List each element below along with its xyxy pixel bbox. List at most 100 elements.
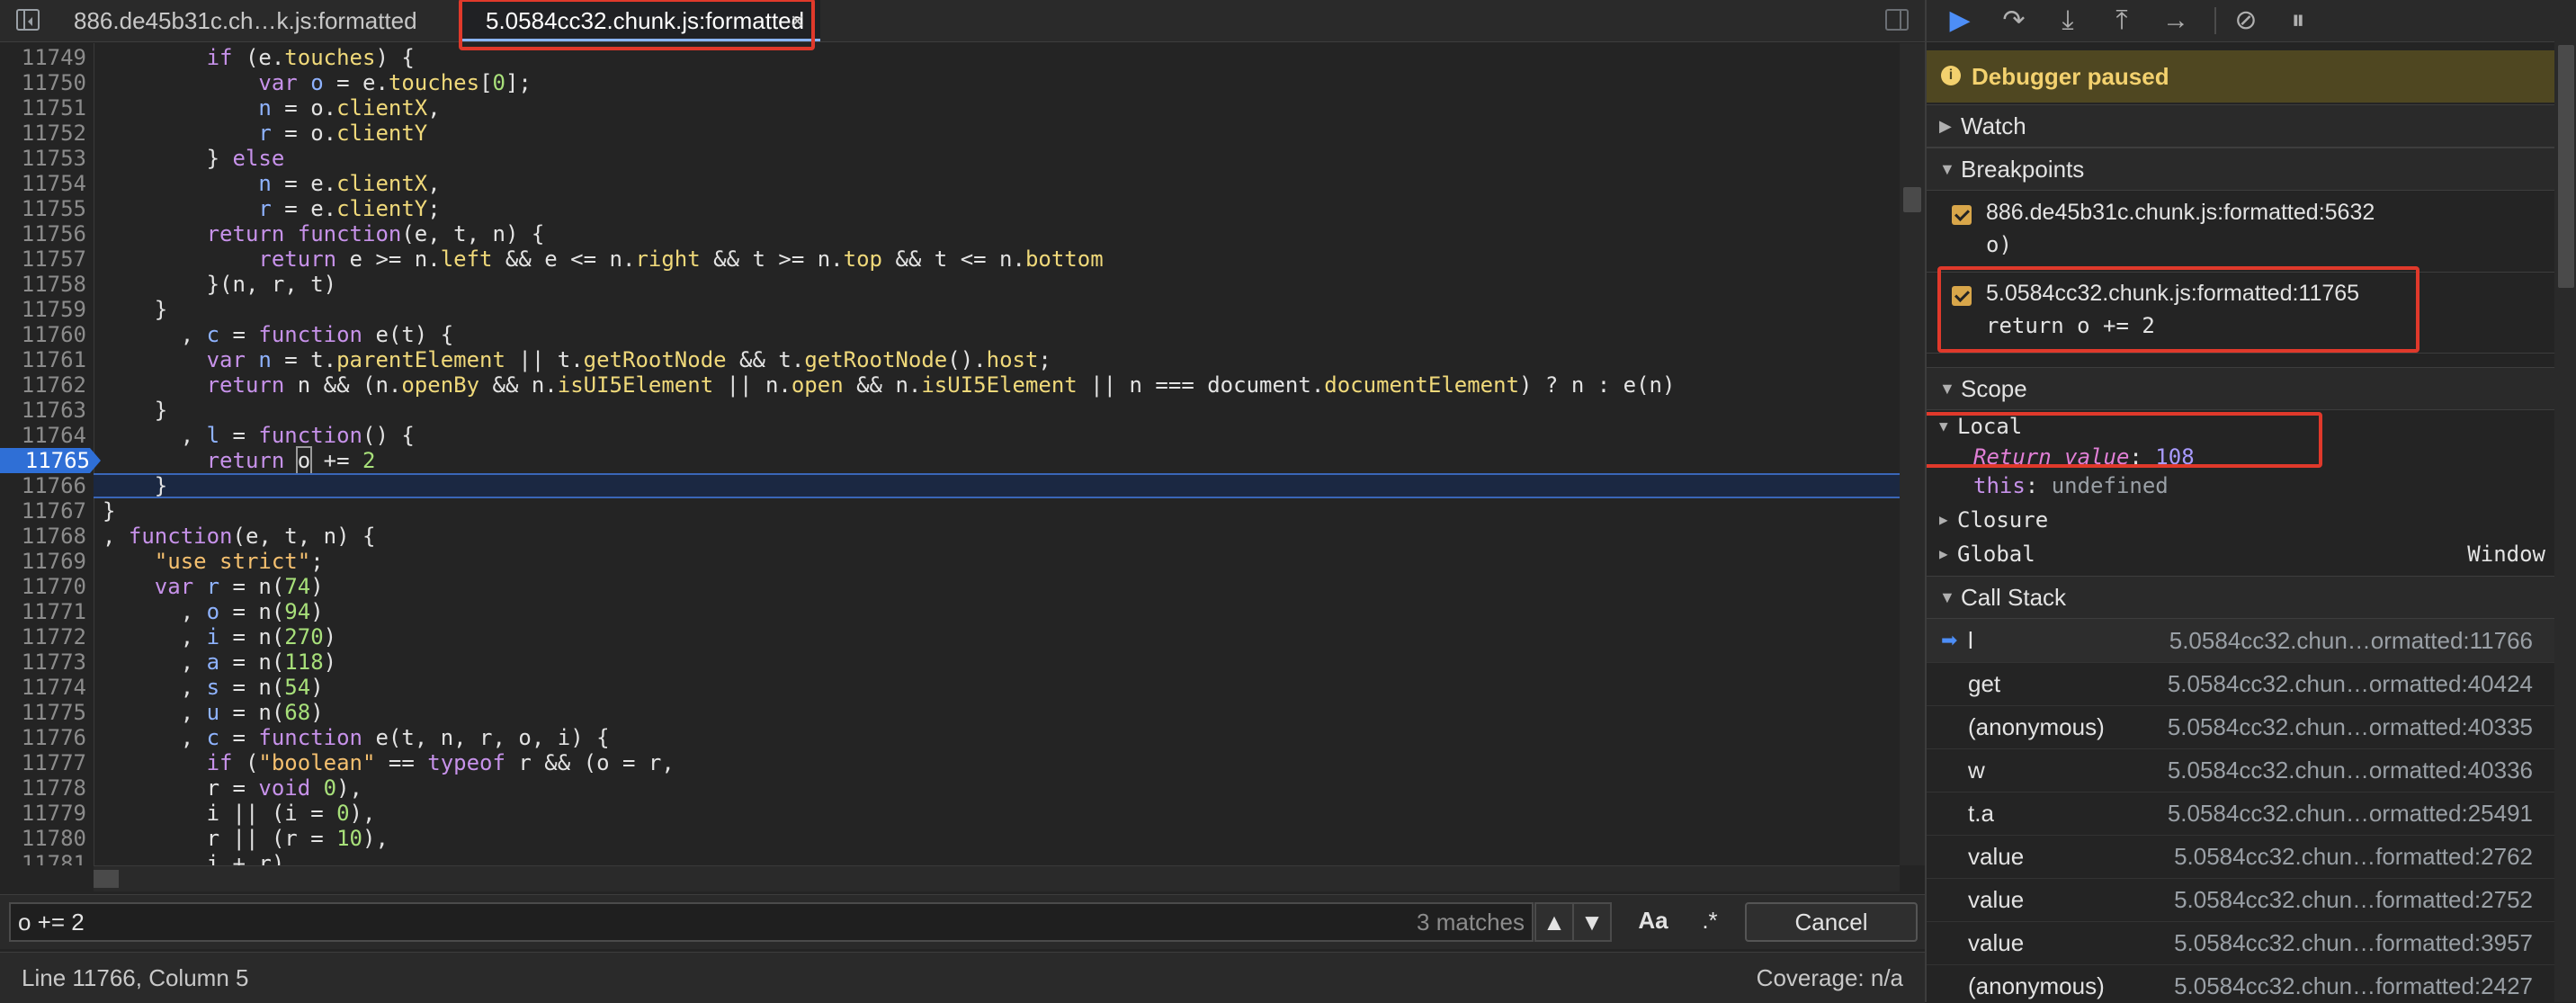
match-case-button[interactable]: Aa xyxy=(1626,902,1680,942)
line-number[interactable]: 11778 xyxy=(0,775,86,801)
line-number[interactable]: 11775 xyxy=(0,700,86,725)
line-number[interactable]: 11777 xyxy=(0,750,86,775)
line-number[interactable]: 11770 xyxy=(0,574,86,599)
breakpoint-item[interactable]: 5.0584cc32.chunk.js:formatted:11765 retu… xyxy=(1927,272,2554,354)
next-match-button[interactable]: ▼ xyxy=(1572,902,1612,942)
deactivate-breakpoints-icon[interactable]: ⊘ xyxy=(2231,5,2261,36)
step-out-icon[interactable]: ⤒ xyxy=(2106,5,2137,36)
frame-location[interactable]: 5.0584cc32.chun…formatted:2427 xyxy=(2174,964,2533,1002)
line-number-gutter[interactable]: 11749 11750 11751 11752 11753 11754 11755 11756… xyxy=(0,43,101,865)
breakpoints-section-header[interactable]: ▼ Breakpoints xyxy=(1927,148,2554,191)
breakpoint-line-number[interactable]: 11765 xyxy=(0,448,101,473)
tab-label: 5.0584cc32.chunk.js:formatted xyxy=(486,7,805,34)
regex-button[interactable]: .* xyxy=(1686,902,1734,942)
step-icon[interactable]: → xyxy=(2160,5,2191,36)
section-title: Watch xyxy=(1961,112,2026,139)
call-frame[interactable]: value 5.0584cc32.chun…formatted:3957 xyxy=(1927,921,2554,965)
frame-location[interactable]: 5.0584cc32.chun…formatted:3957 xyxy=(2174,921,2533,964)
resume-icon[interactable]: ▶ xyxy=(1945,5,1975,36)
scope-section-header[interactable]: ▼ Scope xyxy=(1927,367,2554,410)
frame-location[interactable]: 5.0584cc32.chun…ormatted:40336 xyxy=(2168,748,2533,792)
cancel-search-button[interactable]: Cancel xyxy=(1745,902,1918,942)
line-number[interactable]: 11762 xyxy=(0,372,86,398)
breakpoint-item[interactable]: 886.de45b31c.chunk.js:formatted:5632 o) xyxy=(1927,191,2554,273)
scope-global[interactable]: ▶ Global Window xyxy=(1927,538,2554,570)
line-number[interactable]: 11764 xyxy=(0,423,86,448)
tab-886-chunk[interactable]: 886.de45b31c.ch…k.js:formatted xyxy=(74,0,417,41)
coverage-status[interactable]: Coverage: n/a xyxy=(1757,953,1903,1003)
call-frame[interactable]: ➡ l 5.0584cc32.chun…ormatted:11766 xyxy=(1927,619,2554,663)
call-stack-section-header[interactable]: ▼ Call Stack xyxy=(1927,576,2554,619)
toggle-debugger-icon[interactable] xyxy=(1885,9,1909,31)
line-number[interactable]: 11766 xyxy=(0,473,86,498)
scope-closure[interactable]: ▶ Closure xyxy=(1927,504,2554,536)
call-frame[interactable]: value 5.0584cc32.chun…formatted:2752 xyxy=(1927,878,2554,922)
frame-location[interactable]: 5.0584cc32.chun…ormatted:11766 xyxy=(2169,619,2533,662)
search-input[interactable] xyxy=(9,902,1534,942)
scroll-thumb[interactable] xyxy=(1903,187,1921,212)
editor-vertical-scrollbar[interactable] xyxy=(1900,43,1925,865)
debugger-scrollbar[interactable] xyxy=(2554,41,2576,1002)
breakpoint-location[interactable]: 886.de45b31c.chunk.js:formatted:5632 xyxy=(1986,200,2375,226)
scope-local[interactable]: ▼ Local xyxy=(1927,410,2554,443)
step-over-icon[interactable]: ↷ xyxy=(1999,5,2029,36)
code-line: , o = n(94) xyxy=(103,599,324,624)
call-frame[interactable]: get 5.0584cc32.chun…ormatted:40424 xyxy=(1927,662,2554,706)
line-number[interactable]: 11781 xyxy=(0,851,86,865)
toggle-navigator-icon[interactable] xyxy=(16,9,40,31)
line-number[interactable]: 11760 xyxy=(0,322,86,347)
line-number[interactable]: 11771 xyxy=(0,599,86,624)
tab-5-chunk-active[interactable]: 5.0584cc32.chunk.js:formatted × xyxy=(461,0,820,41)
line-number[interactable]: 11759 xyxy=(0,297,86,322)
line-number[interactable]: 11768 xyxy=(0,524,86,549)
line-number[interactable]: 11755 xyxy=(0,196,86,221)
line-number[interactable]: 11749 xyxy=(0,45,86,70)
code-editor[interactable]: 11749 11750 11751 11752 11753 11754 11755 11756… xyxy=(0,43,1900,865)
line-number[interactable]: 11767 xyxy=(0,498,86,524)
line-number[interactable]: 11776 xyxy=(0,725,86,750)
frame-location[interactable]: 5.0584cc32.chun…formatted:2762 xyxy=(2174,835,2533,878)
global-value: Window xyxy=(2467,542,2545,567)
close-tab-icon[interactable]: × xyxy=(791,0,804,41)
line-number[interactable]: 11758 xyxy=(0,272,86,297)
pause-on-exceptions-icon[interactable]: ⏸ xyxy=(2283,5,2313,36)
call-frame[interactable]: value 5.0584cc32.chun…formatted:2762 xyxy=(1927,835,2554,879)
line-number[interactable]: 11756 xyxy=(0,221,86,246)
line-number[interactable]: 11752 xyxy=(0,121,86,146)
this-row[interactable]: this: undefined xyxy=(1927,470,2554,502)
expanded-arrow-icon: ▼ xyxy=(1939,417,1948,434)
frame-location[interactable]: 5.0584cc32.chun…formatted:2752 xyxy=(2174,878,2533,921)
breakpoint-checkbox[interactable] xyxy=(1952,286,1972,306)
line-number[interactable]: 11780 xyxy=(0,826,86,851)
watch-section-header[interactable]: ▶ Watch xyxy=(1927,104,2554,148)
line-number[interactable]: 11779 xyxy=(0,801,86,826)
scroll-thumb[interactable] xyxy=(94,870,119,888)
frame-location[interactable]: 5.0584cc32.chun…ormatted:25491 xyxy=(2168,792,2533,835)
line-number[interactable]: 11772 xyxy=(0,624,86,649)
breakpoint-checkbox[interactable] xyxy=(1952,205,1972,225)
line-number[interactable]: 11773 xyxy=(0,649,86,675)
line-number[interactable]: 11754 xyxy=(0,171,86,196)
line-number[interactable]: 11750 xyxy=(0,70,86,95)
line-number[interactable]: 11763 xyxy=(0,398,86,423)
call-frame[interactable]: (anonymous) 5.0584cc32.chun…ormatted:4033… xyxy=(1927,705,2554,749)
line-number[interactable]: 11774 xyxy=(0,675,86,700)
breakpoint-location[interactable]: 5.0584cc32.chunk.js:formatted:11765 xyxy=(1986,281,2359,307)
frame-location[interactable]: 5.0584cc32.chun…ormatted:40424 xyxy=(2168,662,2533,705)
line-number[interactable]: 11753 xyxy=(0,146,86,171)
scroll-thumb[interactable] xyxy=(2558,45,2574,288)
editor-horizontal-scrollbar[interactable] xyxy=(94,865,1900,891)
line-number[interactable]: 11757 xyxy=(0,246,86,272)
line-number[interactable]: 11761 xyxy=(0,347,86,372)
code-line: return function(e, t, n) { xyxy=(206,221,545,246)
call-frame[interactable]: w 5.0584cc32.chun…ormatted:40336 xyxy=(1927,748,2554,793)
return-value-row[interactable]: Return value: 108 xyxy=(1927,441,2554,473)
call-frame[interactable]: (anonymous) 5.0584cc32.chun…formatted:242… xyxy=(1927,964,2554,1002)
step-into-icon[interactable]: ⤓ xyxy=(2053,5,2083,36)
call-frame[interactable]: t.a 5.0584cc32.chun…ormatted:25491 xyxy=(1927,792,2554,836)
current-frame-arrow-icon: ➡ xyxy=(1941,629,1958,651)
line-number[interactable]: 11769 xyxy=(0,549,86,574)
previous-match-button[interactable]: ▲ xyxy=(1534,902,1574,942)
frame-location[interactable]: 5.0584cc32.chun…ormatted:40335 xyxy=(2168,705,2533,748)
line-number[interactable]: 11751 xyxy=(0,95,86,121)
